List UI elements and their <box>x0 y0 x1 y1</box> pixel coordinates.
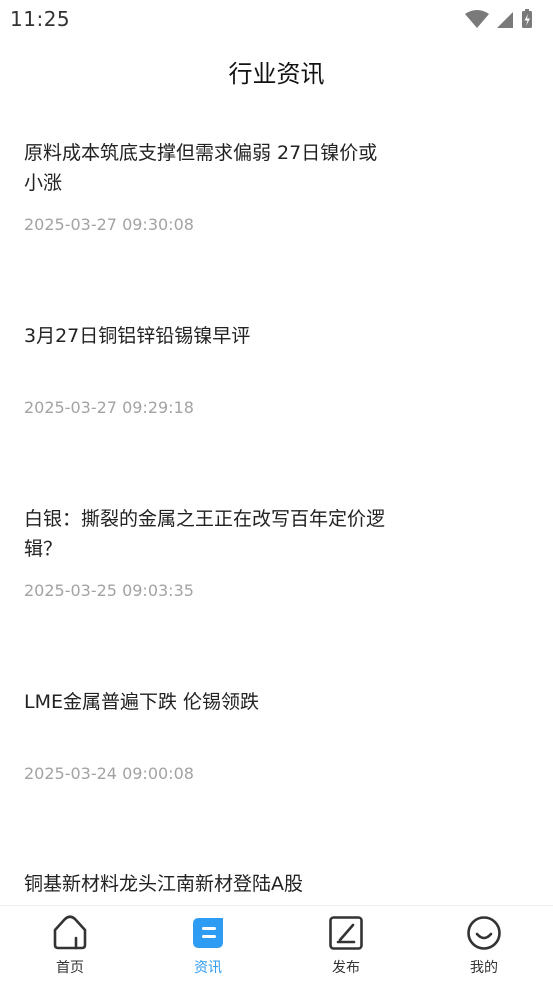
tab-label: 我的 <box>470 960 498 976</box>
news-date: 2025-03-25 09:03:35 <box>24 581 194 600</box>
tab-publish[interactable]: 发布 <box>277 906 415 984</box>
header: 行业资讯 <box>0 38 553 102</box>
status-time: 11:25 <box>10 7 71 31</box>
news-title: 铜基新材料龙头江南新材登陆A股 <box>24 873 303 895</box>
news-date: 2025-03-27 09:29:18 <box>24 398 194 417</box>
news-title: 白银：撕裂的金属之王正在改写百年定价逻辑？ <box>24 508 386 560</box>
tab-home[interactable]: 首页 <box>1 906 139 984</box>
news-item[interactable]: LME金属普遍下跌 伦锡领跌 2025-03-24 09:00:08 <box>24 687 394 783</box>
profile-icon <box>467 916 501 950</box>
news-date: 2025-03-24 09:00:08 <box>24 764 194 783</box>
news-title: LME金属普遍下跌 伦锡领跌 <box>24 691 260 713</box>
home-icon <box>53 915 87 950</box>
tab-label: 发布 <box>332 960 360 976</box>
tab-label: 首页 <box>56 960 84 976</box>
news-item[interactable]: 原料成本筑底支撑但需求偏弱 27日镍价或小涨 2025-03-27 09:30:… <box>24 138 394 234</box>
news-item[interactable]: 白银：撕裂的金属之王正在改写百年定价逻辑？ 2025-03-25 09:03:3… <box>24 504 394 600</box>
news-title: 3月27日铜铝锌铅锡镍早评 <box>24 325 251 347</box>
news-title: 原料成本筑底支撑但需求偏弱 27日镍价或小涨 <box>24 142 378 194</box>
news-icon <box>193 918 223 948</box>
bottom-tabbar: 首页 资讯 发布 我的 <box>0 905 553 983</box>
news-item[interactable]: 铜基新材料龙头江南新材登陆A股 <box>24 869 394 899</box>
tab-news[interactable]: 资讯 <box>139 906 277 984</box>
news-list[interactable]: 原料成本筑底支撑但需求偏弱 27日镍价或小涨 2025-03-27 09:30:… <box>0 102 553 905</box>
tab-profile[interactable]: 我的 <box>415 906 553 984</box>
tab-label: 资讯 <box>194 960 222 976</box>
signal-icon <box>497 12 513 28</box>
battery-icon <box>522 9 532 28</box>
news-item[interactable]: 3月27日铜铝锌铅锡镍早评 2025-03-27 09:29:18 <box>24 321 394 417</box>
wifi-icon <box>465 10 489 28</box>
status-icons <box>465 9 532 28</box>
status-bar: 11:25 <box>0 0 553 38</box>
page-title: 行业资讯 <box>228 60 325 88</box>
publish-icon <box>329 916 363 950</box>
news-date: 2025-03-27 09:30:08 <box>24 215 194 234</box>
